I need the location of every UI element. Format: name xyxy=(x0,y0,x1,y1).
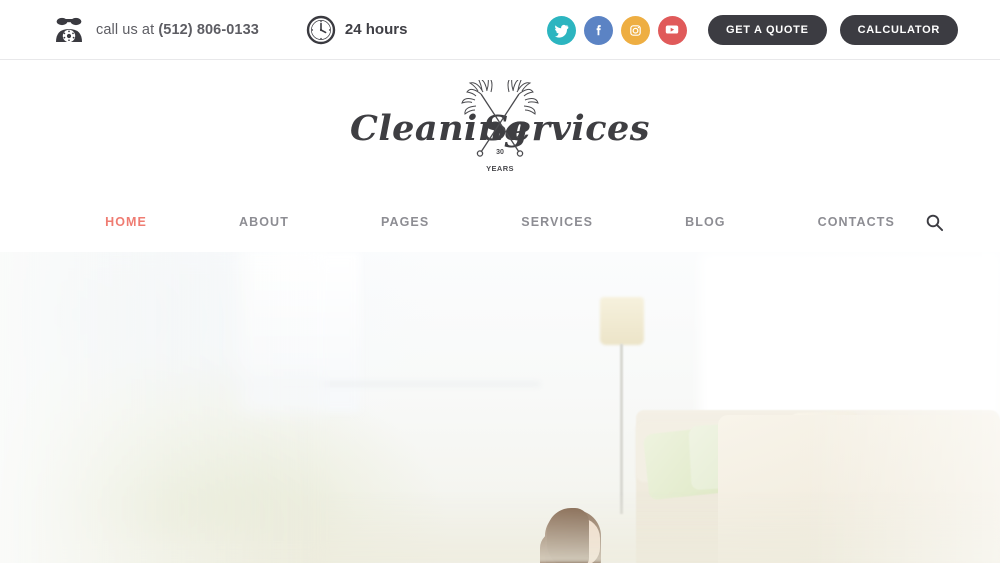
top-bar-right: GET A QUOTE CALCULATOR xyxy=(546,0,958,60)
hero-wall-line xyxy=(120,382,540,386)
nav-item-contacts[interactable]: CONTACTS xyxy=(772,215,941,229)
hero-image xyxy=(0,252,1000,563)
years-badge: 30 YEARS xyxy=(486,142,514,176)
top-bar: call us at (512) 806-0133 24 hours GET A… xyxy=(0,0,1000,60)
main-navigation: HOME ABOUT PAGES SERVICES BLOG CONTACTS xyxy=(0,192,1000,252)
hours-contact: 24 hours xyxy=(306,15,408,45)
hero-window xyxy=(240,252,360,412)
site-logo[interactable]: Cleaning Services 30 YEARS xyxy=(350,76,650,172)
hours-text: 24 hours xyxy=(344,21,408,38)
phone-number[interactable]: (512) 806-0133 xyxy=(158,22,259,38)
calculator-button[interactable]: CALCULATOR xyxy=(839,15,958,45)
get-a-quote-button[interactable]: GET A QUOTE xyxy=(707,15,827,45)
phone-contact[interactable]: call us at (512) 806-0133 xyxy=(52,15,259,45)
instagram-icon[interactable] xyxy=(620,15,650,45)
nav-item-home[interactable]: HOME xyxy=(59,215,193,229)
badge-label: YEARS xyxy=(486,163,514,173)
facebook-icon[interactable] xyxy=(583,15,613,45)
hero-lamp xyxy=(600,297,644,345)
youtube-icon[interactable] xyxy=(657,15,687,45)
nav-item-about[interactable]: ABOUT xyxy=(193,215,335,229)
nav-item-pages[interactable]: PAGES xyxy=(335,215,475,229)
hero-slider: SERVICE CALCULATOR xyxy=(0,252,1000,563)
hero-lamp-stand xyxy=(620,344,623,514)
clock-icon xyxy=(306,15,336,45)
badge-number: 30 xyxy=(496,149,504,156)
nav-item-services[interactable]: SERVICES xyxy=(475,215,639,229)
logo-area: Cleaning Services 30 YEARS xyxy=(0,60,1000,192)
phone-text: call us at (512) 806-0133 xyxy=(96,21,259,38)
contact-group: call us at (512) 806-0133 24 hours xyxy=(52,15,407,45)
social-links xyxy=(546,15,695,45)
telephone-icon xyxy=(52,15,86,45)
nav-item-blog[interactable]: BLOG xyxy=(639,215,772,229)
search-icon[interactable] xyxy=(923,211,945,233)
hero-floor xyxy=(0,493,1000,563)
twitter-icon[interactable] xyxy=(546,15,576,45)
nav-list: HOME ABOUT PAGES SERVICES BLOG CONTACTS xyxy=(59,215,941,229)
